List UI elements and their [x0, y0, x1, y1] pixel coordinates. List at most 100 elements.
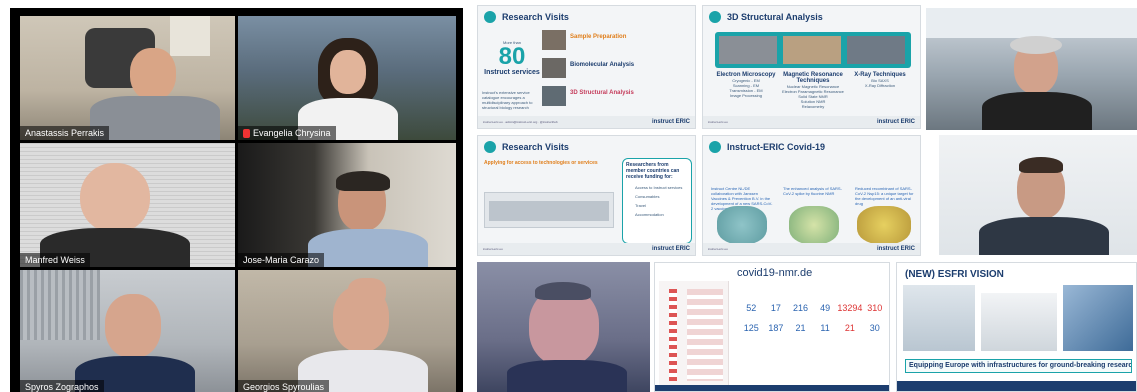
photo — [542, 86, 566, 106]
slide-header: 3D Structural Analysis — [703, 6, 920, 28]
equipment-banner — [715, 32, 911, 68]
slide-research-visits-services: Research Visits More than 80 Instruct se… — [477, 5, 696, 129]
footer-url: instruct-eric.eu — [483, 120, 503, 124]
slide-title: Research Visits — [502, 142, 569, 152]
photo — [542, 30, 566, 50]
protein-structure-image — [789, 206, 839, 244]
video-grid: Anastassis Perrakis Evangelia Chrysina M… — [10, 8, 463, 392]
funding-item: Travel — [635, 203, 646, 208]
slide-title: covid19-nmr.de — [737, 267, 813, 279]
slide-covid19-nmr: covid19-nmr.de 52 17 216 49 13294 310 12… — [654, 262, 890, 392]
ceiling — [926, 8, 1137, 38]
stat-value: 11 — [820, 323, 830, 333]
photo — [542, 58, 566, 78]
slide-instruct-covid19: Instruct-ERIC Covid-19 Instruct Centre N… — [702, 135, 921, 256]
slide-footer-bar — [655, 385, 889, 391]
participant-tile-evangelia[interactable]: Evangelia Chrysina — [238, 16, 456, 140]
slide-title: 3D Structural Analysis — [727, 12, 823, 22]
slide-title: Instruct-ERIC Covid-19 — [727, 142, 826, 152]
funding-box-title: Researchers from member countries can re… — [626, 162, 680, 180]
stat-value: 187 — [768, 323, 784, 333]
stat-value: 49 — [820, 303, 831, 313]
participant-name: Anastassis Perrakis — [20, 126, 110, 140]
column-item: Image Processing — [729, 93, 762, 98]
hair — [1019, 157, 1063, 173]
footer-url: instruct-eric.eu — [483, 247, 503, 251]
covid-link[interactable]: Reduced recombinant of SARS-CoV-2 Nsp15:… — [855, 186, 917, 206]
slide-header: Research Visits — [478, 6, 695, 28]
face — [130, 48, 176, 100]
instruct-logo: instruct ERIC — [876, 246, 915, 252]
webcam-tile-mid-right[interactable] — [939, 135, 1137, 255]
footer-email: admin@instruct-eric.org — [505, 120, 538, 124]
stat-value: 21 — [844, 323, 855, 333]
row-label: 3D Structural Analysis — [570, 90, 634, 96]
stat-value: 125 — [743, 323, 759, 333]
stat-value: 216 — [792, 303, 808, 313]
participant-name: Manfred Weiss — [20, 253, 90, 267]
shirt — [308, 229, 428, 267]
column-title: Magnetic Resonance Techniques — [783, 72, 843, 84]
headphones — [336, 171, 390, 191]
big-suffix: Instruct services — [484, 69, 540, 76]
participant-tile-jose-maria[interactable]: Jose-Maria Carazo — [238, 143, 456, 267]
stat-value: 30 — [869, 323, 880, 333]
slide-footer: instruct-eric.eu instruct ERIC — [703, 116, 920, 128]
slide-footer-bar — [897, 381, 1136, 391]
slide-title: (NEW) ESFRI VISION — [905, 269, 1004, 280]
participant-tile-anastassis[interactable]: Anastassis Perrakis — [20, 16, 235, 140]
photo-telescope — [1063, 285, 1133, 351]
hand — [348, 278, 386, 306]
face — [80, 163, 150, 233]
funding-box: Researchers from member countries can re… — [622, 158, 692, 244]
participant-tile-spyros[interactable]: Spyros Zographos — [20, 270, 235, 392]
esfri-banner: Equipping Europe with infrastructures fo… — [905, 359, 1132, 373]
genome-diagram — [659, 281, 729, 389]
funding-item: Accommodation — [635, 212, 664, 217]
globe-icon — [709, 11, 721, 23]
participant-name: Jose-Maria Carazo — [238, 253, 325, 267]
blinds — [20, 270, 100, 340]
shelf — [170, 16, 210, 56]
slide-footer: instruct-eric.eu instruct ERIC — [478, 243, 695, 255]
webcam-tile-bottom-left[interactable] — [477, 262, 650, 392]
instruct-logo: instruct ERIC — [651, 119, 690, 125]
participant-tile-georgios[interactable]: Georgios Spyroulias — [238, 270, 456, 392]
participant-tile-manfred[interactable]: Manfred Weiss — [20, 143, 235, 267]
stat-value: 13294 — [837, 303, 863, 313]
globe-icon — [484, 11, 496, 23]
participant-name: Spyros Zographos — [20, 380, 104, 392]
slide-research-visits-applying: Research Visits Applying for access to t… — [477, 135, 696, 256]
covid-link[interactable]: The enhanced analysis of SARS-CoV-2 spik… — [783, 186, 845, 196]
face — [330, 50, 366, 94]
hair — [535, 282, 591, 300]
slide-footer: instruct-eric.eu instruct ERIC — [703, 243, 920, 255]
webcam-tile-top-right[interactable] — [926, 8, 1137, 130]
face — [105, 294, 161, 358]
shirt — [90, 96, 220, 140]
stat-value: 52 — [746, 303, 757, 313]
instruct-logo: instruct ERIC — [876, 119, 915, 125]
slide-body: Instruct's extensive service catalogue e… — [482, 90, 533, 110]
footer-url: instruct-eric.eu — [708, 120, 728, 124]
protein-structure-image — [857, 206, 911, 244]
footer-url: instruct-eric.eu — [708, 247, 728, 251]
shirt — [982, 92, 1092, 130]
participant-name: Georgios Spyroulias — [238, 380, 330, 392]
row-label: Biomolecular Analysis — [570, 62, 635, 68]
funding-item: Consumables — [635, 194, 660, 199]
stat-value: 310 — [867, 303, 883, 313]
shirt — [507, 360, 627, 392]
globe-icon — [709, 141, 721, 153]
row-label: Sample Preparation — [570, 34, 627, 40]
photo-lab — [981, 293, 1057, 351]
slide-esfri-vision: (NEW) ESFRI VISION Equipping Europe with… — [896, 262, 1137, 392]
footer-handle: @instructhub — [539, 120, 558, 124]
funding-item: Access to Instruct services — [635, 185, 683, 190]
big-number: 80 — [498, 43, 526, 70]
slide-3d-structural-analysis: 3D Structural Analysis Electron Microsco… — [702, 5, 921, 129]
slide-title: Research Visits — [502, 12, 569, 22]
process-diagram — [484, 192, 614, 228]
slide-header: Research Visits — [478, 136, 695, 158]
muted-mic-icon — [243, 129, 250, 138]
